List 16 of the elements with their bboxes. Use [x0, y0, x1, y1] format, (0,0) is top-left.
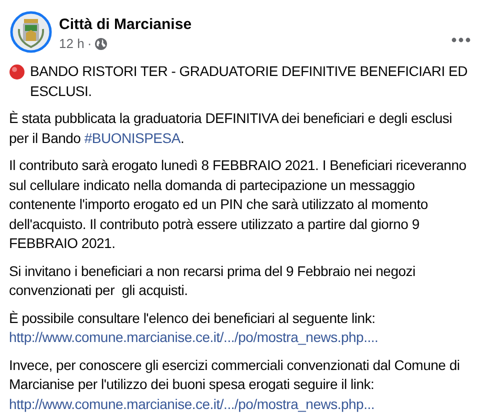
hashtag-link[interactable]: #BUONISPESA: [84, 130, 180, 146]
timestamp-link[interactable]: 12 h: [59, 35, 84, 52]
author-link[interactable]: Città di Marcianise: [59, 15, 451, 34]
globe-icon: [94, 38, 107, 50]
post-paragraph: È possibile consultare l'elenco dei beneficiari al seguente link: http://www.comune.marcianise.ce.it/.../po/mostra_news.php....: [9, 308, 380, 347]
post-paragraph: Si invitano i beneficiari a non recarsi prima del 9 Febbraio nei negozi convenzionati per gli acquisti.: [9, 262, 416, 300]
separator: ·: [87, 35, 92, 52]
more-options-icon[interactable]: [451, 37, 471, 43]
url-link[interactable]: http://www.comune.marcianise.ce.it/.../po/mostra_news.php...: [9, 396, 375, 412]
dot-icon: [9, 64, 25, 80]
avatar-icon[interactable]: [10, 11, 52, 53]
post-paragraph: Invece, per conoscere gli esercizi commerciali convenzionati dal Comune di Marcianise per l'utilizzo dei buoni spesa erogati seguire il link: http://www.comune.marcianise.ce.it/.../po/mostra_news.php...: [9, 356, 461, 414]
url-link[interactable]: http://www.comune.marcianise.ce.it/.../po/mostra_news.php....: [9, 329, 378, 345]
post-paragraph: È stata pubblicata la graduatoria DEFINITIVA dei beneficiari e degli esclusi per il Bando #BUONISPESA.: [9, 109, 453, 148]
post-title: BANDO RISTORI TER - GRADUATORIE DEFINITIVE BENEFICIARI ED ESCLUSI.: [30, 62, 468, 100]
post-paragraph: Il contributo sarà erogato lunedì 8 FEBBRAIO 2021. I Beneficiari riceveranno sul cellulare indicato nella domanda di partecipazione un messaggio contenente l'importo erogato ed un PIN che sarà utilizzato al momento dell'acquisto. Il contributo potrà essere utilizzato a partire dal giorno 9 FEBBRAIO 2021.: [9, 156, 468, 253]
